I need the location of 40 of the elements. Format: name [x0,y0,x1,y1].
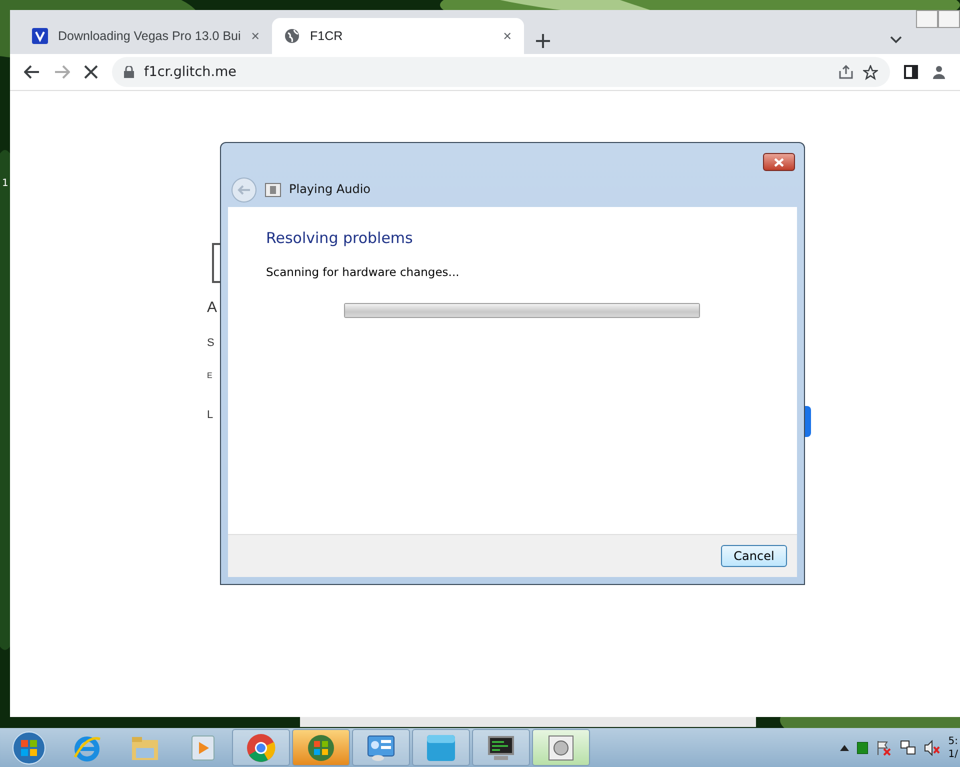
network-icon[interactable] [900,740,916,756]
back-arrow-icon[interactable] [24,65,40,79]
chevron-down-icon[interactable] [890,36,902,44]
desktop-icon-label: 1 [2,178,8,189]
close-icon[interactable]: ✕ [250,30,260,42]
dialog-heading: Resolving problems [266,229,414,247]
page-text: E [207,371,212,380]
status-text: Scanning for hardware changes... [266,265,460,279]
lock-icon [124,66,134,78]
close-button[interactable] [763,153,795,171]
profile-icon[interactable] [932,64,946,80]
dialog-title: Playing Audio [289,182,371,196]
page-text: S [207,337,214,349]
windows-logo-icon[interactable] [292,729,350,766]
side-panel-icon[interactable] [904,65,918,79]
speaker-muted-icon[interactable] [924,740,940,756]
globe-icon [284,28,300,44]
v-logo-icon [32,28,48,44]
monitor-icon[interactable] [472,729,530,766]
close-icon[interactable] [774,158,784,166]
cancel-button[interactable]: Cancel [721,545,787,567]
page-text: L [207,409,214,421]
chrome-icon[interactable] [232,729,290,766]
address-bar[interactable]: f1cr.glitch.me [112,57,890,87]
restore-button[interactable] [938,10,960,28]
minimize-button[interactable] [916,10,938,28]
clock[interactable]: 5: 1/ [948,734,958,760]
speaker-document-icon [265,183,281,197]
control-panel-icon[interactable] [352,729,410,766]
browser-tab[interactable]: Downloading Vegas Pro 13.0 Bui ✕ [20,18,272,54]
page-text: A [207,299,218,316]
stop-icon[interactable] [84,65,98,79]
star-icon[interactable] [863,64,878,80]
close-icon[interactable]: ✕ [502,30,512,42]
troubleshooter-icon[interactable] [532,729,590,766]
share-icon[interactable] [839,65,853,79]
browser-tab[interactable]: F1CR ✕ [272,18,524,54]
flag-error-icon[interactable] [876,740,892,756]
caret-up-icon[interactable] [840,744,850,750]
plus-icon[interactable] [536,34,550,48]
